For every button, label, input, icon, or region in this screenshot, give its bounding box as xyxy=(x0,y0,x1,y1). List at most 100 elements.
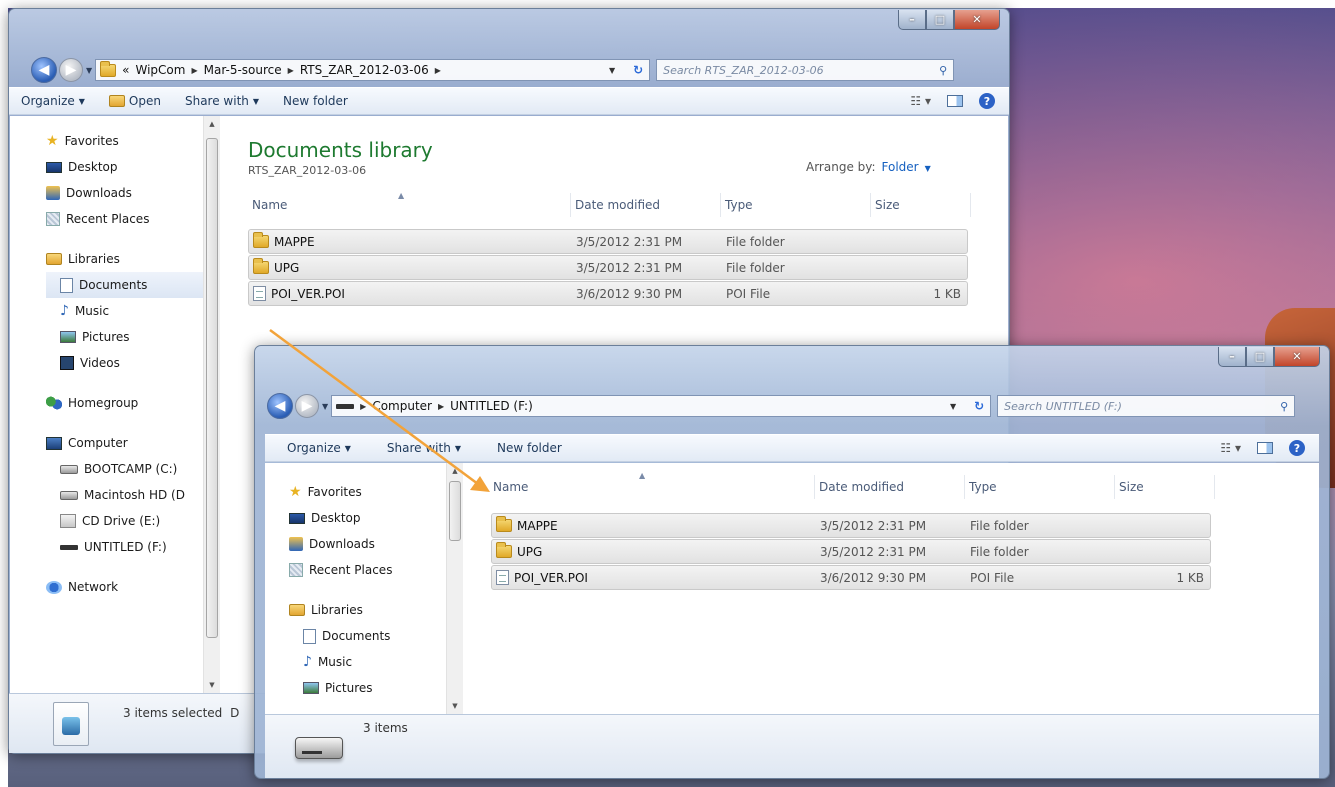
nav-music[interactable]: ♪ Music xyxy=(289,649,463,675)
share-with-button[interactable]: Share with ▼ xyxy=(173,94,271,108)
close-button[interactable]: ✕ xyxy=(954,10,1000,30)
chevron-right-icon[interactable]: ▶ xyxy=(288,66,294,75)
column-type[interactable]: Type xyxy=(721,193,871,217)
nav-cd-drive[interactable]: CD Drive (E:) xyxy=(46,508,220,534)
close-button[interactable]: ✕ xyxy=(1274,347,1320,367)
nav-favorites[interactable]: ★ Favorites xyxy=(289,479,463,505)
back-button[interactable]: ◀ xyxy=(31,57,57,83)
chevron-right-icon[interactable]: ▶ xyxy=(360,402,366,411)
maximize-button[interactable]: □ xyxy=(1246,347,1274,367)
help-icon[interactable]: ? xyxy=(979,93,995,109)
scroll-down-icon[interactable]: ▼ xyxy=(204,677,220,693)
nav-documents[interactable]: Documents xyxy=(289,623,463,649)
breadcrumb-wipcom[interactable]: WipCom xyxy=(136,63,186,77)
nav-desktop[interactable]: Desktop xyxy=(46,154,220,180)
column-date-modified[interactable]: Date modified xyxy=(815,475,965,499)
scroll-up-icon[interactable]: ▲ xyxy=(447,463,463,479)
search-input[interactable]: Search UNTITLED (F:) ⚲ xyxy=(997,395,1296,417)
address-bar[interactable]: ▶ Computer ▶ UNTITLED (F:) ▼ ↻ xyxy=(331,395,992,417)
nav-computer[interactable]: Computer xyxy=(46,430,220,456)
table-row[interactable]: MAPPE 3/5/2012 2:31 PM File folder xyxy=(491,513,1211,538)
table-row[interactable]: UPG 3/5/2012 2:31 PM File folder xyxy=(491,539,1211,564)
nav-macintosh-hd[interactable]: Macintosh HD (D xyxy=(46,482,220,508)
open-button[interactable]: Open xyxy=(97,94,173,108)
chevron-right-icon[interactable]: ▶ xyxy=(435,66,441,75)
breadcrumb-mar-5-source[interactable]: Mar-5-source xyxy=(204,63,282,77)
address-bar[interactable]: « WipCom ▶ Mar-5-source ▶ RTS_ZAR_2012-0… xyxy=(95,59,651,81)
table-row[interactable]: POI_VER.POI 3/6/2012 9:30 PM POI File 1 … xyxy=(491,565,1211,590)
preview-pane-icon[interactable] xyxy=(1257,442,1273,454)
nav-music[interactable]: ♪ Music xyxy=(46,298,220,324)
chevron-down-icon[interactable]: ▼ xyxy=(925,164,931,173)
forward-button[interactable]: ▶ xyxy=(59,58,83,82)
organize-button[interactable]: Organize ▼ xyxy=(265,441,363,455)
address-dropdown-icon[interactable]: ▼ xyxy=(950,402,956,411)
navigation-pane[interactable]: ★ Favorites Desktop Downloads Recent Plac… xyxy=(10,116,220,693)
recent-pages-dropdown[interactable]: ▼ xyxy=(322,402,328,411)
column-date-modified[interactable]: Date modified xyxy=(571,193,721,217)
nav-libraries[interactable]: Libraries xyxy=(289,597,463,623)
change-view-icon[interactable]: ☷ ▾ xyxy=(910,94,931,108)
recent-pages-dropdown[interactable]: ▼ xyxy=(86,66,92,75)
new-folder-button[interactable]: New folder xyxy=(473,441,574,455)
breadcrumb-rts-zar[interactable]: RTS_ZAR_2012-03-06 xyxy=(300,63,429,77)
column-name[interactable]: Name xyxy=(489,475,815,499)
navigation-pane[interactable]: ★ Favorites Desktop Downloads Recent Plac… xyxy=(265,463,463,714)
address-dropdown-icon[interactable]: ▼ xyxy=(609,66,615,75)
status-text: 3 items selected D xyxy=(123,706,239,720)
refresh-icon[interactable]: ↻ xyxy=(633,63,643,77)
preview-pane-icon[interactable] xyxy=(947,95,963,107)
share-with-button[interactable]: Share with ▼ xyxy=(363,441,473,455)
table-row[interactable]: UPG 3/5/2012 2:31 PM File folder xyxy=(248,255,968,280)
nav-scrollbar[interactable]: ▲ ▼ xyxy=(203,116,220,693)
nav-scrollbar[interactable]: ▲ ▼ xyxy=(446,463,463,714)
scroll-down-icon[interactable]: ▼ xyxy=(447,698,463,714)
breadcrumb-computer[interactable]: Computer xyxy=(372,399,432,413)
search-icon[interactable]: ⚲ xyxy=(939,64,947,77)
scroll-thumb[interactable] xyxy=(449,481,461,541)
column-size[interactable]: Size xyxy=(871,193,971,217)
nav-favorites[interactable]: ★ Favorites xyxy=(46,128,220,154)
maximize-button[interactable]: □ xyxy=(926,10,954,30)
refresh-icon[interactable]: ↻ xyxy=(974,399,984,413)
table-row[interactable]: POI_VER.POI 3/6/2012 9:30 PM POI File 1 … xyxy=(248,281,968,306)
explorer-window-untitled[interactable]: – □ ✕ ◀ ▶ ▼ ▶ Computer ▶ UNTITLED (F:) ▼… xyxy=(254,345,1330,779)
search-icon[interactable]: ⚲ xyxy=(1280,400,1288,413)
nav-bootcamp[interactable]: BOOTCAMP (C:) xyxy=(46,456,220,482)
column-name[interactable]: Name xyxy=(248,193,571,217)
nav-recent-places[interactable]: Recent Places xyxy=(289,557,463,583)
nav-downloads[interactable]: Downloads xyxy=(289,531,463,557)
chevron-right-icon[interactable]: ▶ xyxy=(438,402,444,411)
nav-documents[interactable]: Documents xyxy=(46,272,220,298)
nav-libraries[interactable]: Libraries xyxy=(46,246,220,272)
scroll-up-icon[interactable]: ▲ xyxy=(204,116,220,132)
search-input[interactable]: Search RTS_ZAR_2012-03-06 ⚲ xyxy=(656,59,955,81)
minimize-button[interactable]: – xyxy=(898,10,926,30)
file-type: File folder xyxy=(726,234,785,249)
column-size[interactable]: Size xyxy=(1115,475,1215,499)
table-row[interactable]: MAPPE 3/5/2012 2:31 PM File folder xyxy=(248,229,968,254)
new-folder-button[interactable]: New folder xyxy=(271,94,360,108)
nav-recent-places[interactable]: Recent Places xyxy=(46,206,220,232)
nav-network[interactable]: Network xyxy=(46,574,220,600)
nav-videos[interactable]: Videos xyxy=(46,350,220,376)
nav-homegroup[interactable]: Homegroup xyxy=(46,390,220,416)
back-button[interactable]: ◀ xyxy=(267,393,293,419)
forward-button[interactable]: ▶ xyxy=(295,394,319,418)
change-view-icon[interactable]: ☷ ▾ xyxy=(1220,441,1241,455)
nav-untitled-drive[interactable]: UNTITLED (F:) xyxy=(46,534,220,560)
arrange-by-value[interactable]: Folder xyxy=(882,160,919,174)
scroll-thumb[interactable] xyxy=(206,138,218,638)
nav-downloads[interactable]: Downloads xyxy=(46,180,220,206)
column-type[interactable]: Type xyxy=(965,475,1115,499)
nav-pictures[interactable]: Pictures xyxy=(46,324,220,350)
chevron-right-icon[interactable]: ▶ xyxy=(191,66,197,75)
help-icon[interactable]: ? xyxy=(1289,440,1305,456)
arrange-by[interactable]: Arrange by: Folder ▼ xyxy=(806,160,931,174)
file-list-area[interactable]: ▲ Name Date modified Type Size MAPPE 3/5… xyxy=(463,463,1319,714)
nav-pictures[interactable]: Pictures xyxy=(289,675,463,701)
breadcrumb-untitled[interactable]: UNTITLED (F:) xyxy=(450,399,533,413)
minimize-button[interactable]: – xyxy=(1218,347,1246,367)
organize-button[interactable]: Organize ▼ xyxy=(9,94,97,108)
nav-desktop[interactable]: Desktop xyxy=(289,505,463,531)
